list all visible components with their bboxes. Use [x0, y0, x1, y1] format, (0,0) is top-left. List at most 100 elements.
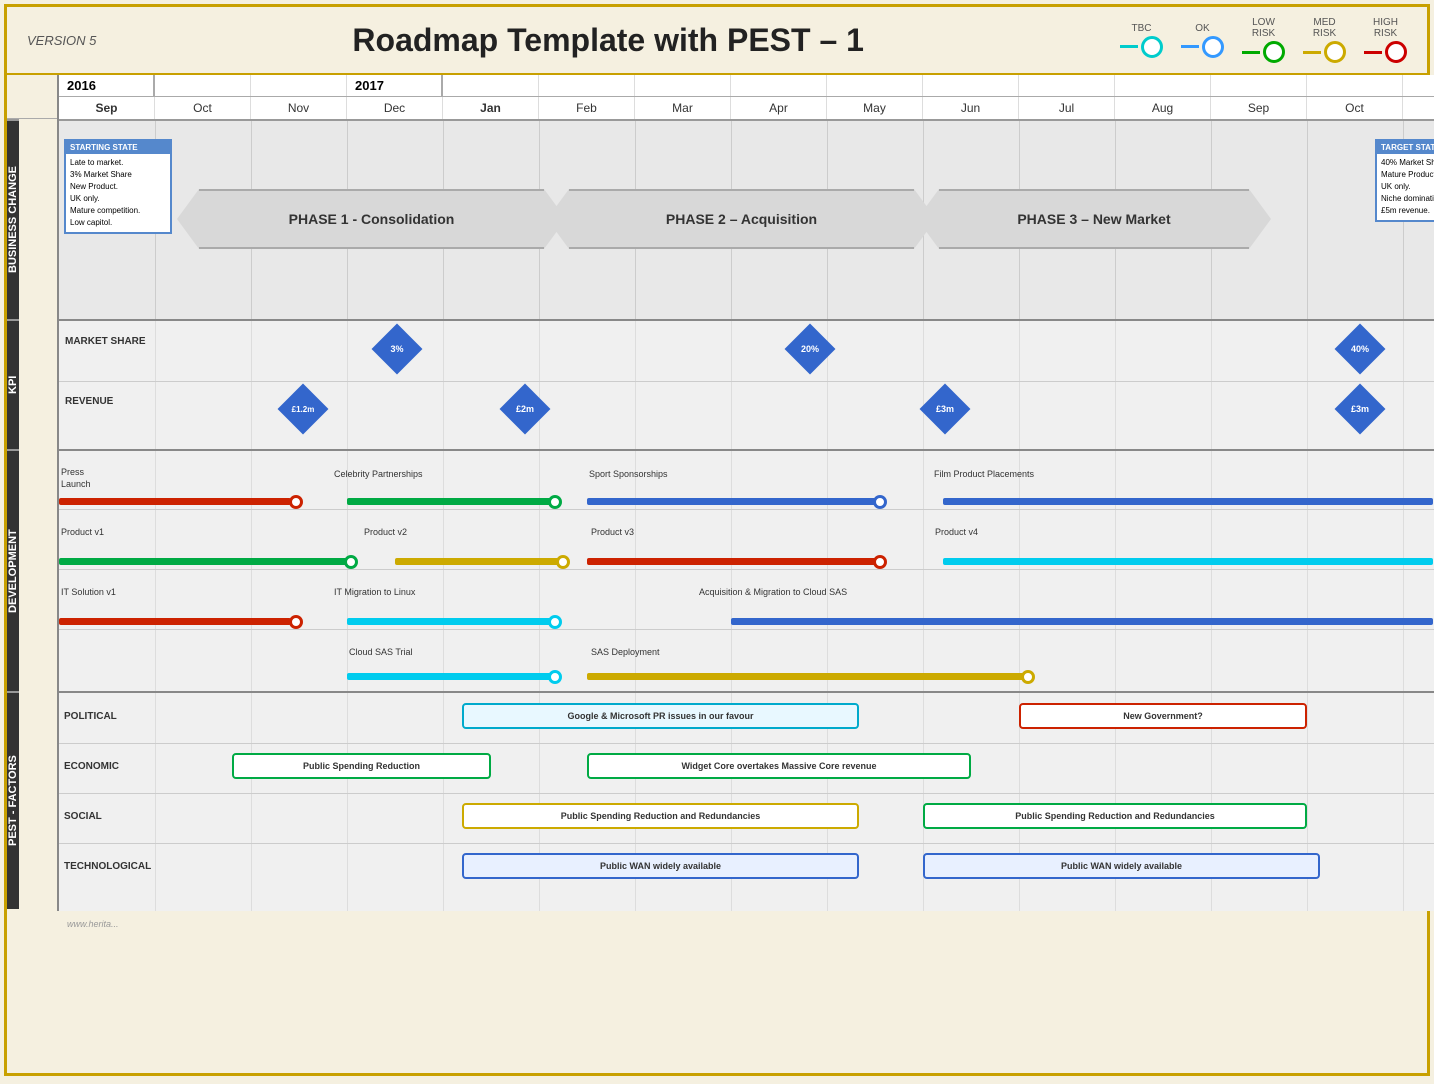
dev-product-v1-label: Product v1 — [61, 527, 104, 537]
month-feb: Feb — [539, 97, 635, 119]
target-state-content: 40% Market ShareMature Product.UK only.N… — [1377, 154, 1434, 220]
footer-logo: www.herita... — [67, 919, 119, 929]
phase2-label: PHASE 2 – Acquisition — [666, 211, 817, 227]
dev-bar-cloud-sas-trial — [347, 673, 552, 680]
development-section: PressLaunch Celebrity Partnerships Sport… — [59, 451, 1434, 693]
dev-bar-product-v1 — [59, 558, 347, 565]
pest-box-widget-core: Widget Core overtakes Massive Core reven… — [587, 753, 971, 779]
dev-bar-product-v2 — [395, 558, 560, 565]
pest-box-public-wan-2: Public WAN widely available — [923, 853, 1320, 879]
label-kpi: KPI — [7, 319, 19, 449]
dev-bar-product-v3 — [587, 558, 877, 565]
month-oct17: Oct — [1307, 97, 1403, 119]
pest-box-google-ms: Google & Microsoft PR issues in our favo… — [462, 703, 859, 729]
starting-state-content: Late to market.3% Market ShareNew Produc… — [66, 154, 170, 232]
month-sep17: Sep — [1211, 97, 1307, 119]
dev-celebrity-label: Celebrity Partnerships — [334, 469, 423, 479]
dev-sas-deployment-label: SAS Deployment — [591, 647, 660, 657]
pest-box-pub-spending-red-1: Public Spending Reduction and Redundanci… — [462, 803, 859, 829]
dev-bar-acq-migration — [731, 618, 1433, 625]
label-business-change: BUSINESS CHANGE — [7, 119, 19, 319]
month-row: Sep Oct Nov Dec Jan Feb Mar Apr May Jun … — [59, 97, 1434, 119]
dev-it-migration-label: IT Migration to Linux — [334, 587, 415, 597]
label-development: DEVELOPMENT — [7, 449, 19, 691]
dev-dot-sport — [873, 495, 887, 509]
diamond-rev-3m-2-label: £3m — [1351, 404, 1369, 414]
starting-state-title: STARTING STATE — [66, 141, 170, 154]
dev-film-label: Film Product Placements — [934, 469, 1034, 479]
kpi-market-share-label: MARKET SHARE — [65, 336, 146, 347]
month-apr: Apr — [731, 97, 827, 119]
business-change-section: STARTING STATE Late to market.3% Market … — [59, 121, 1434, 321]
phase3-label: PHASE 3 – New Market — [1017, 211, 1170, 227]
month-sep16: Sep — [59, 97, 155, 119]
main-title: Roadmap Template with PEST – 1 — [96, 22, 1120, 59]
dev-product-v2-label: Product v2 — [364, 527, 407, 537]
year-row: 2016 2017 — [59, 75, 1434, 97]
diamond-ms-20pct-label: 20% — [801, 344, 819, 354]
target-state-title: TARGET STATE — [1377, 141, 1434, 154]
month-aug: Aug — [1115, 97, 1211, 119]
starting-state-box: STARTING STATE Late to market.3% Market … — [64, 139, 172, 234]
year-2016: 2016 — [59, 75, 155, 96]
pest-box-new-gov: New Government? — [1019, 703, 1307, 729]
timeline-area: 2016 2017 — [59, 75, 1434, 911]
phase1-arrow: PHASE 1 - Consolidation — [177, 189, 566, 249]
pest-box-pub-spending-red-2: Public Spending Reduction and Redundanci… — [923, 803, 1307, 829]
target-state-box: TARGET STATE 40% Market ShareMature Prod… — [1375, 139, 1434, 222]
pest-social-label: SOCIAL — [64, 811, 102, 822]
phase1-label: PHASE 1 - Consolidation — [289, 211, 455, 227]
month-nov: Nov — [251, 97, 347, 119]
dev-sport-label: Sport Sponsorships — [589, 469, 668, 479]
pest-technological-label: TECHNOLOGICAL — [64, 861, 151, 872]
diamond-ms-40pct-label: 40% — [1351, 344, 1369, 354]
dev-bar-it-v1 — [59, 618, 291, 625]
pest-political-label: POLITICAL — [64, 711, 117, 722]
legend-tbc: TBC — [1120, 23, 1163, 58]
diamond-rev-2m-label: £2m — [516, 404, 534, 414]
month-mar: Mar — [635, 97, 731, 119]
footer: www.herita... — [7, 911, 1427, 936]
month-dec: Dec — [347, 97, 443, 119]
dev-it-v1-label: IT Solution v1 — [61, 587, 116, 597]
dev-bar-celebrity — [347, 498, 552, 505]
legend-low-risk: LOWRISK — [1242, 17, 1285, 63]
legend-ok: OK — [1181, 23, 1224, 58]
dev-dot-product-v3 — [873, 555, 887, 569]
pest-economic-label: ECONOMIC — [64, 761, 119, 772]
pest-box-public-wan-1: Public WAN widely available — [462, 853, 859, 879]
row-labels: BUSINESS CHANGE KPI DEVELOPMENT PEST - F… — [7, 75, 59, 911]
dev-dot-press-launch — [289, 495, 303, 509]
label-pest: PEST - FACTORS — [7, 691, 19, 909]
kpi-section: MARKET SHARE REVENUE 3% 20% 40% — [59, 321, 1434, 451]
diamond-rev-3m-1-label: £3m — [936, 404, 954, 414]
legend-med-risk: MEDRISK — [1303, 17, 1346, 63]
dev-dot-cloud-sas-trial — [548, 670, 562, 684]
dev-dot-celebrity — [548, 495, 562, 509]
pest-box-pub-spending: Public Spending Reduction — [232, 753, 491, 779]
dev-dot-sas-deployment — [1021, 670, 1035, 684]
pest-section: POLITICAL ECONOMIC SOCIAL TECHNOLOGICAL … — [59, 693, 1434, 911]
phase3-arrow: PHASE 3 – New Market — [917, 189, 1271, 249]
dev-dot-it-v1 — [289, 615, 303, 629]
version-label: VERSION 5 — [27, 33, 96, 48]
month-jul: Jul — [1019, 97, 1115, 119]
dev-press-launch-label: PressLaunch — [61, 467, 91, 490]
dev-bar-product-v4 — [943, 558, 1433, 565]
dev-dot-product-v2 — [556, 555, 570, 569]
phase2-arrow: PHASE 2 – Acquisition — [547, 189, 936, 249]
dev-dot-product-v1 — [344, 555, 358, 569]
legend-area: TBC OK LOWRISK — [1120, 17, 1407, 63]
kpi-revenue-label: REVENUE — [65, 396, 113, 407]
dev-dot-it-migration — [548, 615, 562, 629]
diamond-ms-3pct-label: 3% — [390, 344, 403, 354]
month-jan: Jan — [443, 97, 539, 119]
dev-bar-sas-deployment — [587, 673, 1025, 680]
dev-product-v4-label: Product v4 — [935, 527, 978, 537]
dev-bar-it-migration — [347, 618, 552, 625]
month-may: May — [827, 97, 923, 119]
header: VERSION 5 Roadmap Template with PEST – 1… — [7, 7, 1427, 75]
month-oct: Oct — [155, 97, 251, 119]
dev-cloud-sas-trial-label: Cloud SAS Trial — [349, 647, 413, 657]
dev-bar-sport — [587, 498, 877, 505]
